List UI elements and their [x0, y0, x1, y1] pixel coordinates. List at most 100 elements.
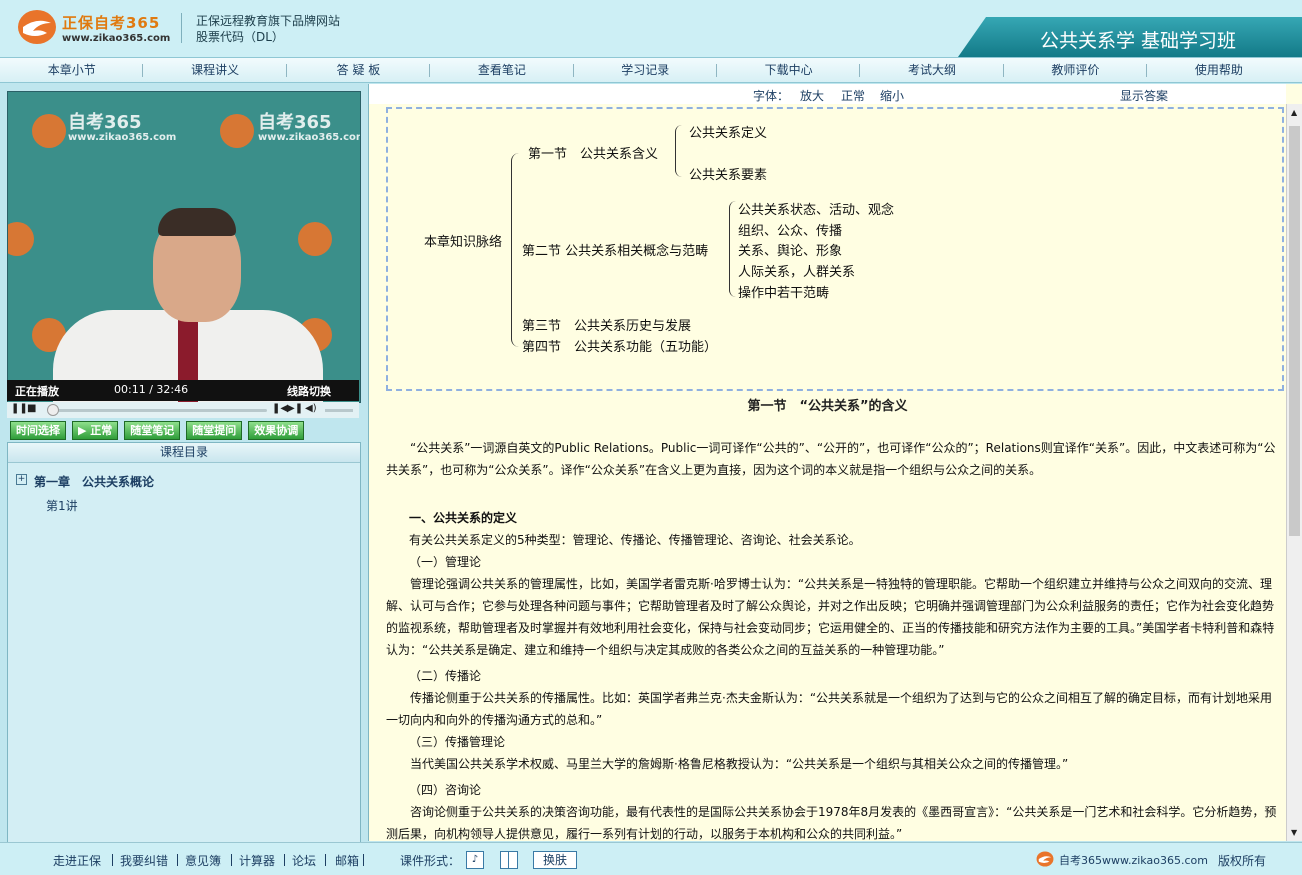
lecture-content: 字体： 放大 正常 缩小 显示答案 本章知识脉络 第一节 公共关系含义 公共关系…: [368, 84, 1302, 841]
nav-help[interactable]: 使用帮助: [1147, 58, 1290, 82]
watermark-logo-icon: [8, 222, 34, 256]
course-toc: 课程目录 + 第一章 公共关系概论 第1讲: [7, 442, 361, 843]
scroll-up-icon[interactable]: ▲: [1291, 108, 1297, 117]
audio-format-icon[interactable]: ♪: [466, 851, 484, 869]
footer-link-forum[interactable]: 论坛: [292, 852, 316, 869]
paragraph: 当代美国公共关系学术权威、马里兰大学的詹姆斯·格鲁尼格教授认为：“公共关系是一个…: [410, 757, 1069, 771]
course-title: 公共关系学 基础学习班: [1040, 30, 1237, 52]
font-label: 字体：: [753, 89, 790, 103]
watermark-logo-icon: [298, 222, 332, 256]
tree-s2-item: 组织、公众、传播: [738, 224, 843, 239]
footer-divider: [177, 854, 178, 866]
video-player[interactable]: 自考365 www.zikao365.com 自考365 www.zikao36…: [7, 91, 361, 403]
nav-study-record[interactable]: 学习记录: [574, 58, 717, 82]
footer-divider: [112, 854, 113, 866]
footer-link-about[interactable]: 走进正保: [53, 852, 101, 869]
player-controls: ❚❚ ■ ❚◀ ▶❚ ◀): [7, 402, 359, 418]
subheading: （四）咨询论: [409, 783, 482, 797]
footer-link-calculator[interactable]: 计算器: [239, 852, 275, 869]
time-select-button[interactable]: 时间选择: [10, 421, 66, 440]
scroll-thumb[interactable]: [1289, 126, 1300, 536]
watermark-brand: 自考365: [68, 112, 142, 133]
nav-lecture-notes[interactable]: 课程讲义: [143, 58, 287, 82]
volume-icon[interactable]: ◀): [305, 403, 317, 414]
subheading: （二）传播论: [409, 669, 482, 683]
play-status: 正在播放: [15, 385, 59, 398]
footer-divider: [325, 854, 326, 866]
section-title: 第一节 “公共关系”的含义: [747, 399, 908, 414]
tree-s2-item: 公共关系状态、活动、观念: [738, 203, 895, 218]
header: 正保自考365 www.zikao365.com 正保远程教育旗下品牌网站 股票…: [0, 0, 1302, 58]
font-shrink-link[interactable]: 缩小: [880, 87, 904, 104]
player-button-row: 时间选择 ▶ 正常 随堂笔记 随堂提问 效果协调: [10, 421, 360, 440]
tree-s2-item: 操作中若干范畴: [738, 286, 830, 301]
tree-section-2: 第二节 公共关系相关概念与范畴: [522, 244, 709, 259]
footer-link-feedback[interactable]: 意见簿: [185, 852, 221, 869]
watermark-brand: 自考365: [258, 112, 332, 133]
effect-adjust-button[interactable]: 效果协调: [248, 421, 305, 440]
brace-main: [511, 153, 520, 347]
nav-chapter-summary[interactable]: 本章小节: [0, 58, 144, 82]
ask-question-button[interactable]: 随堂提问: [186, 421, 243, 440]
skin-button[interactable]: 换肤: [533, 851, 577, 869]
top-nav: 本章小节 课程讲义 答 疑 板 查看笔记 学习记录 下载中心 考试大纲 教师评价…: [0, 58, 1302, 83]
courseware-format-label: 课件形式：: [400, 854, 461, 868]
layout-format-icon[interactable]: [500, 851, 518, 869]
tree-s2-item: 关系、舆论、形象: [738, 244, 843, 259]
tagline: 正保远程教育旗下品牌网站: [196, 14, 341, 28]
footer-link-corrections[interactable]: 我要纠错: [120, 852, 168, 869]
seek-bar[interactable]: [49, 409, 267, 412]
skin-label: 换肤: [542, 853, 567, 867]
tree-s2-item: 人际关系，人群关系: [738, 265, 856, 280]
footer: 走进正保 我要纠错 意见簿 计算器 论坛 邮箱 课件形式： ♪ 换肤 自考365…: [0, 842, 1302, 875]
zikao365-small-logo-icon: [1036, 851, 1054, 867]
tree-section-4: 第四节 公共关系功能（五功能）: [522, 340, 718, 355]
intro-paragraph: “公共关系”一词源自英文的Public Relations。Public一词可译…: [386, 441, 1276, 477]
speed-normal-button[interactable]: ▶ 正常: [72, 421, 119, 440]
logo-text: 正保自考365: [62, 14, 161, 32]
font-normal-link[interactable]: 正常: [841, 87, 865, 104]
video-status-bar: 正在播放 00:11 / 32:46 线路切换: [7, 380, 359, 401]
class-notes-button[interactable]: 随堂笔记: [124, 421, 181, 440]
pause-icon[interactable]: ❚❚: [11, 403, 28, 414]
nav-exam-outline[interactable]: 考试大纲: [860, 58, 1004, 82]
watermark-url: www.zikao365.com: [68, 132, 177, 143]
subheading: （一）管理论: [409, 555, 482, 569]
footer-divider: [284, 854, 285, 866]
show-answer-link[interactable]: 显示答案: [1120, 87, 1168, 104]
zikao365-logo-icon: [18, 10, 56, 44]
expand-icon[interactable]: +: [16, 474, 27, 485]
watermark-logo-icon: [220, 114, 254, 148]
footer-divider: [363, 854, 364, 866]
heading-definition: 一、公共关系的定义: [409, 511, 518, 525]
tree-s1-item: 公共关系要素: [689, 168, 768, 183]
content-scrollbar[interactable]: ▲ ▼: [1286, 104, 1302, 841]
tree-section-1: 第一节 公共关系含义: [528, 147, 659, 162]
paragraph: 传播论侧重于公共关系的传播属性。比如：英国学者弗兰克·杰夫金斯认为：“公共关系就…: [386, 691, 1273, 727]
scroll-down-icon[interactable]: ▼: [1291, 828, 1297, 837]
paragraph: 有关公共关系定义的5种类型：管理论、传播论、传播管理论、咨询论、社会关系论。: [409, 533, 861, 547]
toc-chapter[interactable]: 第一章 公共关系概论: [34, 473, 154, 490]
toc-lesson[interactable]: 第1讲: [46, 497, 78, 514]
logo-url: www.zikao365.com: [62, 33, 171, 44]
nav-view-notes[interactable]: 查看笔记: [430, 58, 574, 82]
rewind-icon[interactable]: ❚◀: [272, 403, 288, 414]
nav-teacher-review[interactable]: 教师评价: [1004, 58, 1148, 82]
footer-link-mail[interactable]: 邮箱: [335, 852, 359, 869]
stop-icon[interactable]: ■: [27, 403, 36, 414]
copyright: 版权所有: [1218, 854, 1267, 868]
paragraph: 管理论强调公共关系的管理属性，比如，美国学者雷克斯·哈罗博士认为：“公共关系是一…: [386, 577, 1275, 657]
nav-download-center[interactable]: 下载中心: [717, 58, 861, 82]
brace-s1: [675, 125, 682, 177]
font-enlarge-link[interactable]: 放大: [800, 87, 824, 104]
lecturer-hair: [158, 208, 236, 236]
nav-qa-board[interactable]: 答 疑 板: [287, 58, 431, 82]
forward-icon[interactable]: ▶❚: [287, 403, 303, 414]
volume-slider[interactable]: [325, 409, 353, 412]
seek-knob[interactable]: [47, 404, 59, 416]
toc-header: 课程目录: [8, 443, 360, 463]
line-switch-button[interactable]: 线路切换: [287, 383, 331, 399]
tree-section-3: 第三节 公共关系历史与发展: [522, 319, 692, 334]
brace-s2: [729, 201, 736, 297]
play-time: 00:11 / 32:46: [114, 383, 189, 396]
